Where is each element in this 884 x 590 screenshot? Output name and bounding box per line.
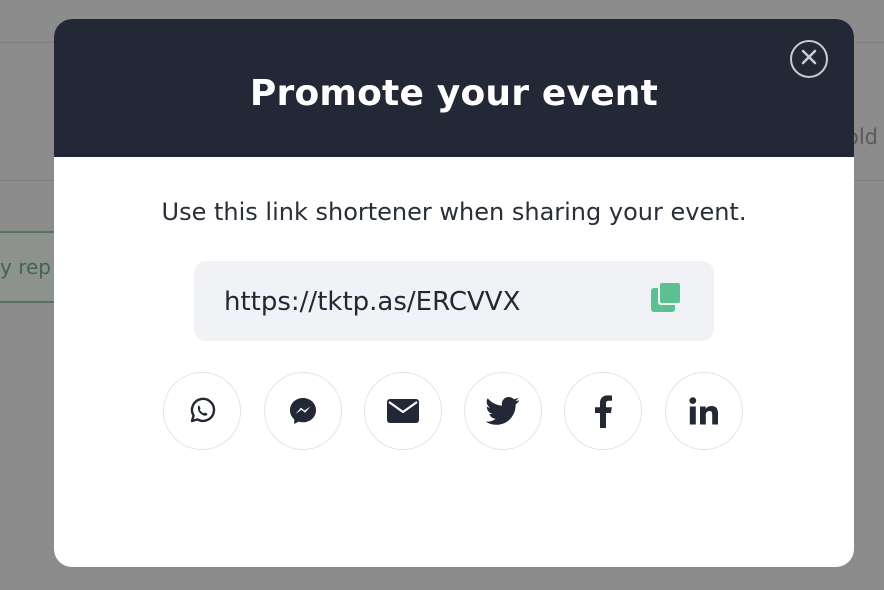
share-email-button[interactable] bbox=[364, 372, 442, 450]
twitter-icon bbox=[486, 397, 520, 425]
close-button[interactable] bbox=[790, 40, 828, 78]
short-link-text[interactable]: https://tktp.as/ERCVVX bbox=[224, 287, 520, 317]
linkedin-icon bbox=[689, 397, 719, 425]
copy-icon bbox=[650, 281, 686, 319]
modal-header: Promote your event bbox=[54, 19, 854, 157]
share-facebook-button[interactable] bbox=[564, 372, 642, 450]
share-twitter-button[interactable] bbox=[464, 372, 542, 450]
short-link-field[interactable]: https://tktp.as/ERCVVX bbox=[194, 261, 714, 341]
promote-event-modal: Promote your event Use this link shorten… bbox=[54, 19, 854, 567]
copy-link-button[interactable] bbox=[650, 279, 686, 315]
share-linkedin-button[interactable] bbox=[665, 372, 743, 450]
share-whatsapp-button[interactable] bbox=[163, 372, 241, 450]
messenger-icon bbox=[287, 395, 319, 427]
share-buttons-row bbox=[163, 372, 745, 452]
close-icon bbox=[801, 49, 817, 69]
whatsapp-icon bbox=[187, 396, 217, 426]
modal-subtitle: Use this link shortener when sharing you… bbox=[161, 198, 747, 226]
modal-title: Promote your event bbox=[249, 73, 659, 114]
facebook-icon bbox=[593, 394, 613, 428]
email-icon bbox=[386, 398, 420, 424]
share-messenger-button[interactable] bbox=[264, 372, 342, 450]
